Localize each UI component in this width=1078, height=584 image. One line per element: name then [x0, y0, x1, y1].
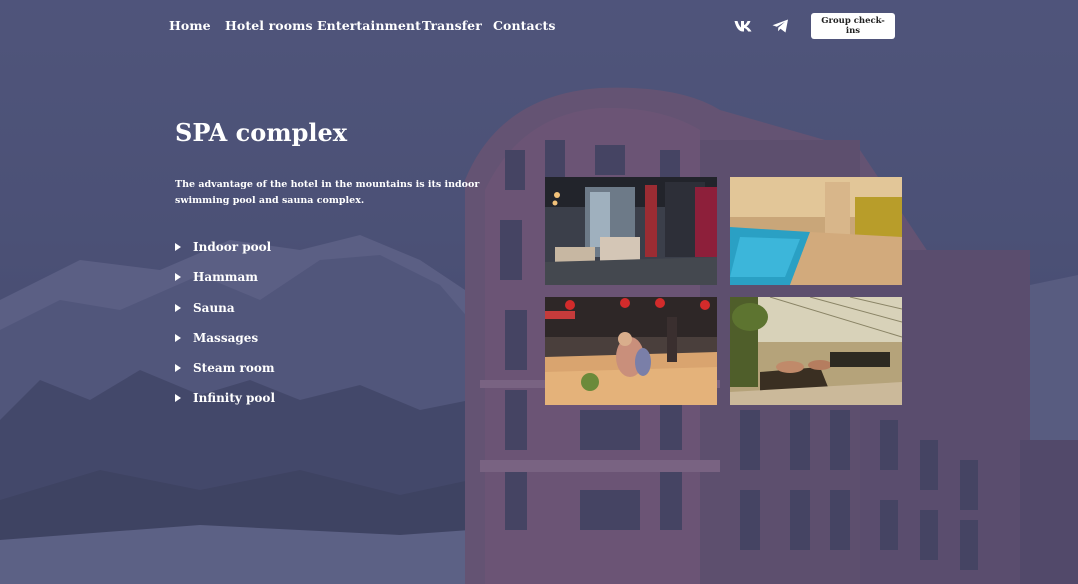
nav-link-transfer[interactable]: Transfer: [422, 18, 482, 33]
feature-label: Hammam: [193, 270, 258, 285]
feature-label: Infinity pool: [193, 391, 275, 406]
list-item: Infinity pool: [175, 391, 275, 421]
triangle-bullet-icon: [175, 243, 181, 251]
section-description: The advantage of the hotel in the mounta…: [175, 179, 480, 206]
list-item: Massages: [175, 331, 275, 361]
bowling-photo[interactable]: [545, 297, 717, 405]
list-item: Hammam: [175, 270, 275, 300]
feature-label: Steam room: [193, 361, 275, 376]
indoor-pool-photo[interactable]: [730, 177, 902, 285]
spa-lobby-photo[interactable]: [545, 177, 717, 285]
vk-icon[interactable]: [734, 17, 754, 35]
feature-label: Sauna: [193, 300, 235, 315]
nav-link-home[interactable]: Home: [169, 18, 211, 33]
list-item: Indoor pool: [175, 240, 275, 270]
lounge-pool-photo[interactable]: [730, 297, 902, 405]
triangle-bullet-icon: [175, 333, 181, 342]
triangle-bullet-icon: [175, 303, 181, 312]
group-check-ins-button[interactable]: Group check-ins: [811, 13, 895, 39]
feature-list: Indoor pool Hammam Sauna Massages Steam …: [175, 240, 275, 422]
feature-label: Massages: [193, 330, 259, 345]
nav-link-hotel-rooms[interactable]: Hotel rooms: [225, 18, 313, 33]
triangle-bullet-icon: [175, 273, 181, 282]
page-title: SPA complex: [175, 118, 348, 147]
list-item: Steam room: [175, 361, 275, 391]
feature-label: Indoor pool: [193, 240, 272, 254]
hero-background: [0, 0, 1078, 584]
telegram-icon[interactable]: [770, 17, 790, 35]
nav-link-entertainment[interactable]: Entertainment: [317, 18, 421, 33]
nav-link-contacts[interactable]: Contacts: [493, 18, 555, 33]
triangle-bullet-icon: [175, 364, 181, 373]
triangle-bullet-icon: [175, 394, 181, 403]
top-navigation: Home Hotel rooms Entertainment Transfer …: [0, 0, 1078, 52]
list-item: Sauna: [175, 301, 275, 331]
